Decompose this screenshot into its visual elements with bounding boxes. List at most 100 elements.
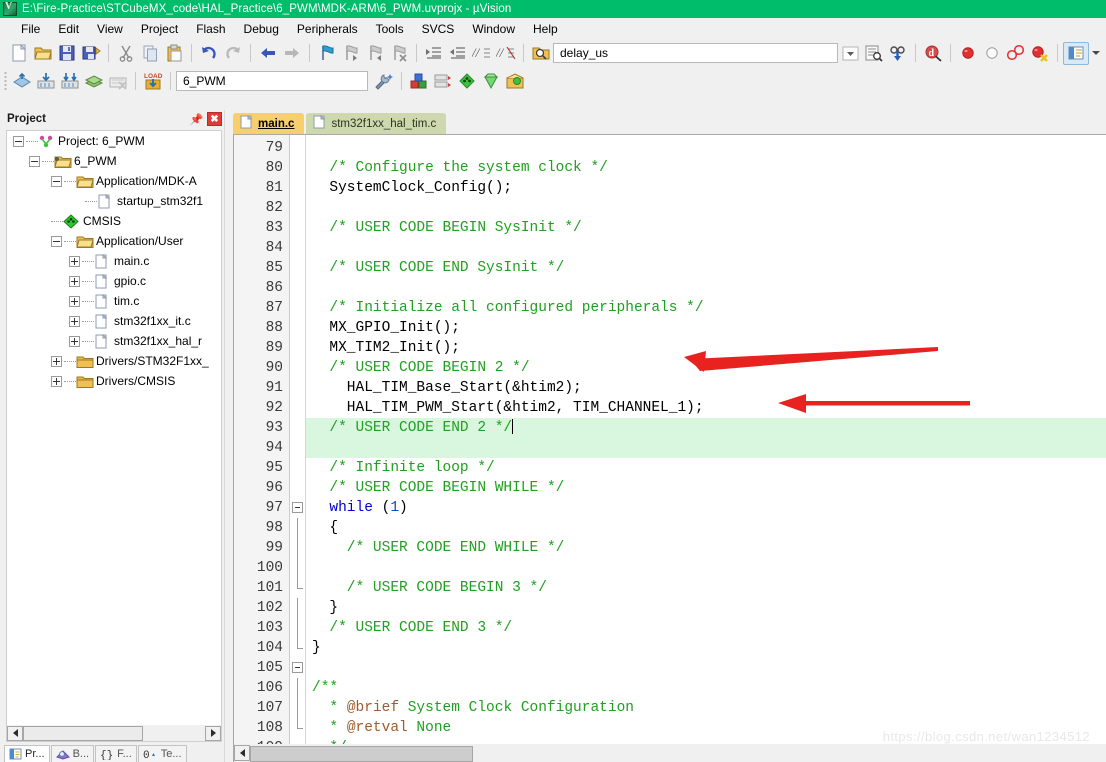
scroll-left-button[interactable] (7, 726, 23, 741)
manage-rte-icon[interactable] (479, 70, 503, 93)
navigate-back-icon[interactable] (256, 42, 280, 65)
scroll-track[interactable] (250, 746, 1106, 761)
menu-peripherals[interactable]: Peripherals (288, 20, 367, 38)
tab-templates[interactable]: 0 Te... (138, 745, 187, 762)
tree-item-tim-c[interactable]: tim.c (7, 291, 221, 311)
tree-item-project[interactable]: Project: 6_PWM (7, 131, 221, 151)
tree-item-gpio-c[interactable]: gpio.c (7, 271, 221, 291)
tab-functions[interactable]: {} F... (95, 745, 137, 762)
tab-project[interactable]: Pr... (4, 745, 50, 762)
tree-item-stm32f1xx-hal-msp-c[interactable]: stm32f1xx_hal_r (7, 331, 221, 351)
bookmark-toggle-icon[interactable] (315, 42, 339, 65)
find-options-icon[interactable] (838, 42, 862, 65)
close-icon[interactable]: ✖ (207, 112, 222, 126)
download-icon[interactable]: LOAD (141, 70, 165, 93)
scroll-left-button[interactable] (234, 745, 250, 761)
stop-build-icon[interactable] (106, 70, 130, 93)
menu-flash[interactable]: Flash (187, 20, 234, 38)
pack-manage-icon[interactable] (503, 70, 527, 93)
multi-project-icon[interactable] (431, 70, 455, 93)
target-options-icon[interactable] (372, 70, 396, 93)
expander-plus-icon[interactable] (69, 296, 80, 307)
tree-item-startup-file[interactable]: startup_stm32f1 (7, 191, 221, 211)
debug-start-icon[interactable]: d (921, 42, 945, 65)
editor-tab-main-c[interactable]: main.c (233, 113, 304, 134)
rebuild-icon[interactable] (58, 70, 82, 93)
dropdown-arrow-icon[interactable] (1089, 42, 1103, 65)
build-icon[interactable] (34, 70, 58, 93)
pack-installer-icon[interactable] (455, 70, 479, 93)
fold-minus-icon[interactable] (292, 502, 303, 513)
menu-file[interactable]: File (12, 20, 49, 38)
batch-build-icon[interactable] (82, 70, 106, 93)
expander-plus-icon[interactable] (69, 276, 80, 287)
new-file-icon[interactable] (7, 42, 31, 65)
tree-item-drivers-cmsis[interactable]: Drivers/CMSIS (7, 371, 221, 391)
bookmark-find-icon[interactable] (862, 42, 886, 65)
expander-plus-icon[interactable] (69, 316, 80, 327)
tab-books[interactable]: B... (51, 745, 95, 762)
search-input[interactable]: delay_us (553, 43, 838, 63)
code-folding-gutter[interactable] (290, 135, 306, 744)
indent-icon[interactable] (422, 42, 446, 65)
menu-debug[interactable]: Debug (235, 20, 288, 38)
jump-to-icon[interactable] (886, 42, 910, 65)
tree-item-stm32f1xx-it-c[interactable]: stm32f1xx_it.c (7, 311, 221, 331)
outdent-icon[interactable] (446, 42, 470, 65)
project-tree[interactable]: Project: 6_PWM 6_PWM (6, 130, 222, 725)
pin-icon[interactable]: 📌 (189, 112, 204, 127)
translate-icon[interactable] (10, 70, 34, 93)
expander-minus-icon[interactable] (13, 136, 24, 147)
menu-edit[interactable]: Edit (49, 20, 88, 38)
expander-plus-icon[interactable] (51, 356, 62, 367)
menu-svcs[interactable]: SVCS (413, 20, 464, 38)
expander-minus-icon[interactable] (29, 156, 40, 167)
tree-item-drivers-stm32f1xx[interactable]: Drivers/STM32F1xx_ (7, 351, 221, 371)
expander-minus-icon[interactable] (51, 236, 62, 247)
editor-tab-stm32f1xx-hal-tim-c[interactable]: stm32f1xx_hal_tim.c (306, 113, 446, 134)
copy-icon[interactable] (138, 42, 162, 65)
target-select[interactable]: 6_PWM (176, 71, 368, 91)
bookmark-next-icon[interactable] (363, 42, 387, 65)
menu-tools[interactable]: Tools (367, 20, 413, 38)
editor-hscrollbar[interactable] (233, 744, 1106, 762)
menu-window[interactable]: Window (463, 20, 524, 38)
save-icon[interactable] (55, 42, 79, 65)
expander-plus-icon[interactable] (51, 376, 62, 387)
code-editor[interactable]: 79 80 81 82 83 84 85 86 87 88 89 90 91 9… (233, 134, 1106, 744)
project-tree-hscrollbar[interactable] (6, 725, 222, 742)
fold-minus-icon[interactable] (292, 662, 303, 673)
scroll-thumb[interactable] (23, 726, 143, 741)
paste-icon[interactable] (162, 42, 186, 65)
breakpoint-disable-all-icon[interactable] (1004, 42, 1028, 65)
scroll-thumb[interactable] (250, 746, 473, 762)
find-in-files-icon[interactable] (529, 42, 553, 65)
menu-project[interactable]: Project (132, 20, 187, 38)
scroll-track[interactable] (23, 726, 205, 741)
expander-minus-icon[interactable] (51, 176, 62, 187)
expander-plus-icon[interactable] (69, 256, 80, 267)
menu-help[interactable]: Help (524, 20, 567, 38)
manage-components-icon[interactable] (407, 70, 431, 93)
comment-icon[interactable]: // (470, 42, 494, 65)
tree-item-cmsis[interactable]: CMSIS (7, 211, 221, 231)
expander-plus-icon[interactable] (69, 336, 80, 347)
tree-item-application-mdk[interactable]: Application/MDK-A (7, 171, 221, 191)
undo-icon[interactable] (197, 42, 221, 65)
menu-view[interactable]: View (88, 20, 132, 38)
fold-row-collapse[interactable] (290, 498, 305, 518)
redo-icon[interactable] (221, 42, 245, 65)
navigate-forward-icon[interactable] (280, 42, 304, 65)
breakpoint-insert-icon[interactable] (956, 42, 980, 65)
uncomment-icon[interactable]: // (494, 42, 518, 65)
cut-icon[interactable] (114, 42, 138, 65)
open-file-icon[interactable] (31, 42, 55, 65)
tree-item-target[interactable]: 6_PWM (7, 151, 221, 171)
breakpoint-enable-icon[interactable] (980, 42, 1004, 65)
save-all-icon[interactable] (79, 42, 103, 65)
tree-item-application-user[interactable]: Application/User (7, 231, 221, 251)
tree-item-main-c[interactable]: main.c (7, 251, 221, 271)
scroll-right-button[interactable] (205, 726, 221, 741)
breakpoint-kill-all-icon[interactable] (1028, 42, 1052, 65)
bookmark-clear-icon[interactable] (387, 42, 411, 65)
